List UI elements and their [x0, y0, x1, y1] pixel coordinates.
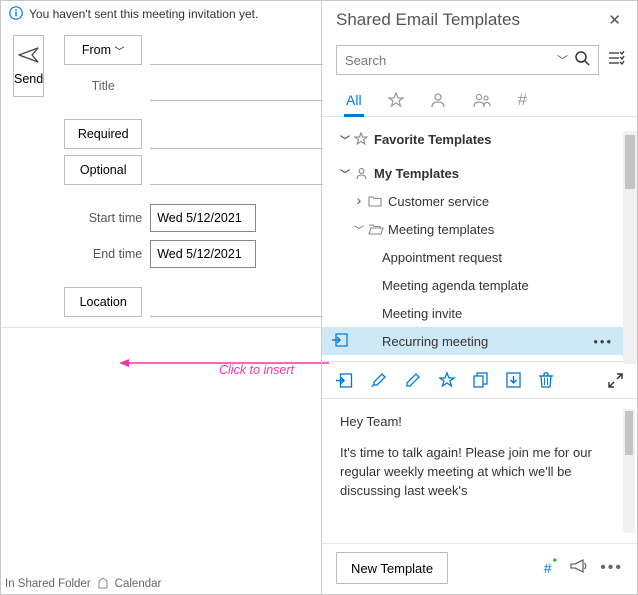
end-time-label: End time	[64, 239, 142, 269]
chevron-down-icon[interactable]: ﹀	[557, 52, 568, 68]
end-date-input[interactable]: Wed 5/12/2021	[150, 240, 256, 268]
search-icon[interactable]	[574, 50, 590, 71]
megaphone-icon[interactable]	[570, 559, 588, 578]
compose-form: From ﹀ Title Required Optional Start tim…	[64, 35, 323, 317]
search-input[interactable]	[345, 53, 551, 68]
tree-favorites[interactable]: ﹀ Favorite Templates	[322, 125, 637, 153]
from-button[interactable]: From ﹀	[64, 35, 142, 65]
send-label: Send	[14, 72, 43, 86]
close-button[interactable]: ✕	[604, 7, 625, 33]
preview-body: It's time to talk again! Please join me …	[340, 444, 615, 501]
required-button[interactable]: Required	[64, 119, 142, 149]
meeting-compose-pane: You haven't sent this meeting invitation…	[1, 1, 321, 594]
more-icon[interactable]: •••	[593, 334, 613, 349]
location-button[interactable]: Location	[64, 287, 142, 317]
start-date-input[interactable]: Wed 5/12/2021	[150, 204, 256, 232]
tree-item-recurring[interactable]: Recurring meeting •••	[322, 327, 637, 355]
tab-all[interactable]: All	[346, 83, 362, 116]
chevron-down-icon: ﹀	[115, 43, 125, 58]
settings-icon[interactable]	[607, 50, 625, 71]
star-icon	[352, 132, 370, 146]
from-input[interactable]	[150, 35, 323, 65]
optional-input[interactable]	[150, 155, 323, 185]
info-bar: You haven't sent this meeting invitation…	[1, 1, 321, 27]
tab-personal[interactable]	[430, 83, 446, 116]
info-text: You haven't sent this meeting invitation…	[29, 7, 258, 21]
tabs: All #	[322, 83, 637, 117]
hash-plus-icon[interactable]: #✦	[544, 560, 559, 576]
expand-icon[interactable]	[608, 373, 623, 388]
tab-team[interactable]	[472, 83, 492, 116]
search-box[interactable]: ﹀	[336, 45, 599, 75]
star-icon[interactable]	[439, 372, 455, 388]
send-icon	[18, 47, 40, 66]
send-button[interactable]: Send	[13, 35, 44, 97]
annotation-text: Click to insert	[219, 363, 294, 377]
start-time-label: Start time	[64, 203, 142, 233]
insert-icon[interactable]	[332, 333, 348, 350]
edit-style-icon[interactable]	[371, 372, 387, 388]
status-folder: In Shared Folder	[5, 578, 91, 590]
preview-scrollbar[interactable]	[623, 409, 635, 533]
location-input[interactable]	[150, 287, 323, 317]
tree-item-invite[interactable]: Meeting invite	[322, 299, 637, 327]
chevron-right-icon	[352, 193, 366, 209]
tree-customer-service[interactable]: Customer service	[322, 187, 637, 215]
panel-title: Shared Email Templates	[336, 10, 520, 30]
info-icon	[9, 6, 23, 23]
tree-meeting-templates[interactable]: ﹀ Meeting templates	[322, 215, 637, 243]
tree-item-agenda[interactable]: Meeting agenda template	[322, 271, 637, 299]
copy-icon[interactable]	[473, 372, 488, 388]
preview-greeting: Hey Team!	[340, 413, 615, 432]
calendar-icon	[97, 577, 109, 592]
tree-my-templates[interactable]: ﹀ My Templates	[322, 159, 637, 187]
title-input[interactable]	[150, 71, 323, 101]
required-input[interactable]	[150, 119, 323, 149]
tree-scrollbar[interactable]	[623, 131, 637, 364]
trash-icon[interactable]	[539, 372, 553, 388]
tab-hash[interactable]: #	[518, 83, 527, 116]
insert-action-icon[interactable]	[336, 373, 353, 388]
chevron-down-icon: ﹀	[352, 222, 366, 237]
status-view: Calendar	[115, 578, 162, 590]
person-icon	[352, 167, 370, 180]
chevron-down-icon: ﹀	[338, 132, 352, 147]
pencil-icon[interactable]	[405, 372, 421, 388]
more-icon[interactable]: •••	[600, 559, 623, 577]
new-template-button[interactable]: New Template	[336, 552, 448, 584]
title-label: Title	[64, 71, 142, 101]
folder-icon	[366, 195, 384, 207]
tab-favorites[interactable]	[388, 83, 404, 116]
import-icon[interactable]	[506, 372, 521, 388]
templates-panel: Shared Email Templates ✕ ﹀ All # ﹀	[321, 1, 637, 594]
status-bar: In Shared Folder Calendar	[1, 574, 321, 594]
optional-button[interactable]: Optional	[64, 155, 142, 185]
chevron-down-icon: ﹀	[338, 166, 352, 181]
folder-open-icon	[366, 223, 384, 235]
template-preview: Hey Team! It's time to talk again! Pleas…	[322, 399, 637, 543]
tree-item-appointment[interactable]: Appointment request	[322, 243, 637, 271]
template-actions	[322, 361, 637, 399]
template-tree: ﹀ Favorite Templates ﹀ My Templates Cust…	[322, 117, 637, 361]
panel-footer: New Template #✦ •••	[322, 543, 637, 594]
